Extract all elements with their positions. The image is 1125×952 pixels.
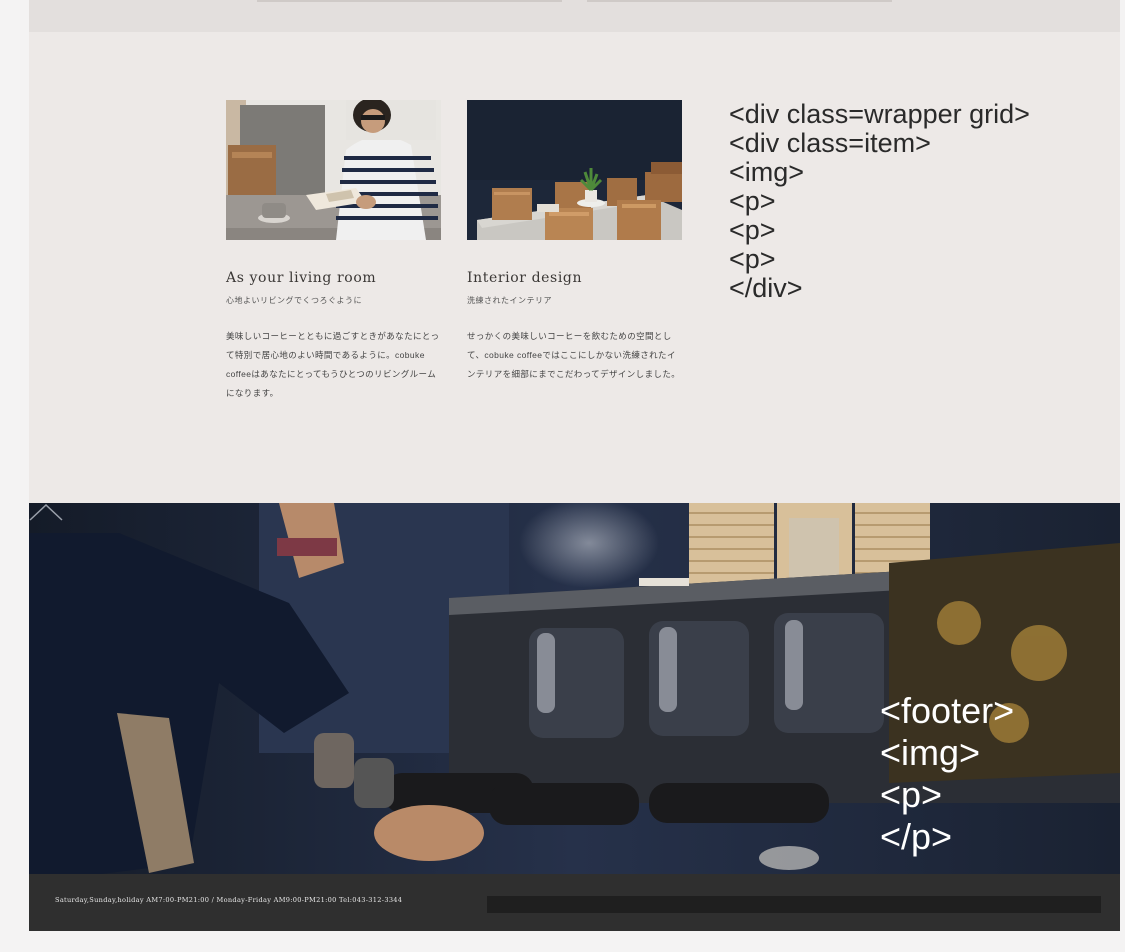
item-image-reading <box>226 100 441 240</box>
code-line: <p> <box>729 244 776 274</box>
top-band <box>29 0 1120 32</box>
code-line: </p> <box>880 816 953 857</box>
code-annotation: <div class=wrapper grid> <div class=item… <box>729 100 1030 303</box>
footer-hours-bar: Saturday,Sunday,holiday AM7:00-PM21:00 /… <box>29 874 1120 931</box>
item-subtitle: 心地よいリビングでくつろぐように <box>226 296 362 305</box>
code-line: <div class=item> <box>729 128 931 158</box>
code-line: <footer> <box>880 690 1015 731</box>
item-image-interior <box>467 100 682 240</box>
page-main: As your living room 心地よいリビングでくつろぐように 美味し… <box>29 0 1120 931</box>
code-line: <p> <box>729 215 776 245</box>
code-line: <img> <box>880 732 981 773</box>
divider <box>487 896 1101 913</box>
code-line: <img> <box>729 157 805 187</box>
grid-item-living-room: As your living room 心地よいリビングでくつろぐように 美味し… <box>226 100 441 403</box>
item-title: As your living room <box>226 270 377 286</box>
code-line: <div class=wrapper grid> <box>729 99 1030 129</box>
divider <box>587 0 892 2</box>
item-description: 美味しいコーヒーとともに過ごすときがあなたにとって特別で居心地のよい時間であるよ… <box>226 331 440 398</box>
chevron-up-icon[interactable] <box>29 503 63 521</box>
item-title: Interior design <box>467 270 583 286</box>
item-subtitle: 洗練されたインテリア <box>467 296 552 305</box>
code-line: </div> <box>729 273 803 303</box>
code-line: <p> <box>729 186 776 216</box>
footer-code-annotation: <footer> <img> <p> </p> <box>880 690 1014 858</box>
footer: <footer> <img> <p> </p> Saturday,Sunday,… <box>29 503 1120 931</box>
divider <box>257 0 562 2</box>
grid-item-interior-design: Interior design 洗練されたインテリア せっかくの美味しいコーヒー… <box>467 100 682 384</box>
business-hours-text: Saturday,Sunday,holiday AM7:00-PM21:00 /… <box>55 896 403 904</box>
code-line: <p> <box>880 774 943 815</box>
item-description: せっかくの美味しいコーヒーを飲むための空間として、cobuke coffeeでは… <box>467 331 681 379</box>
